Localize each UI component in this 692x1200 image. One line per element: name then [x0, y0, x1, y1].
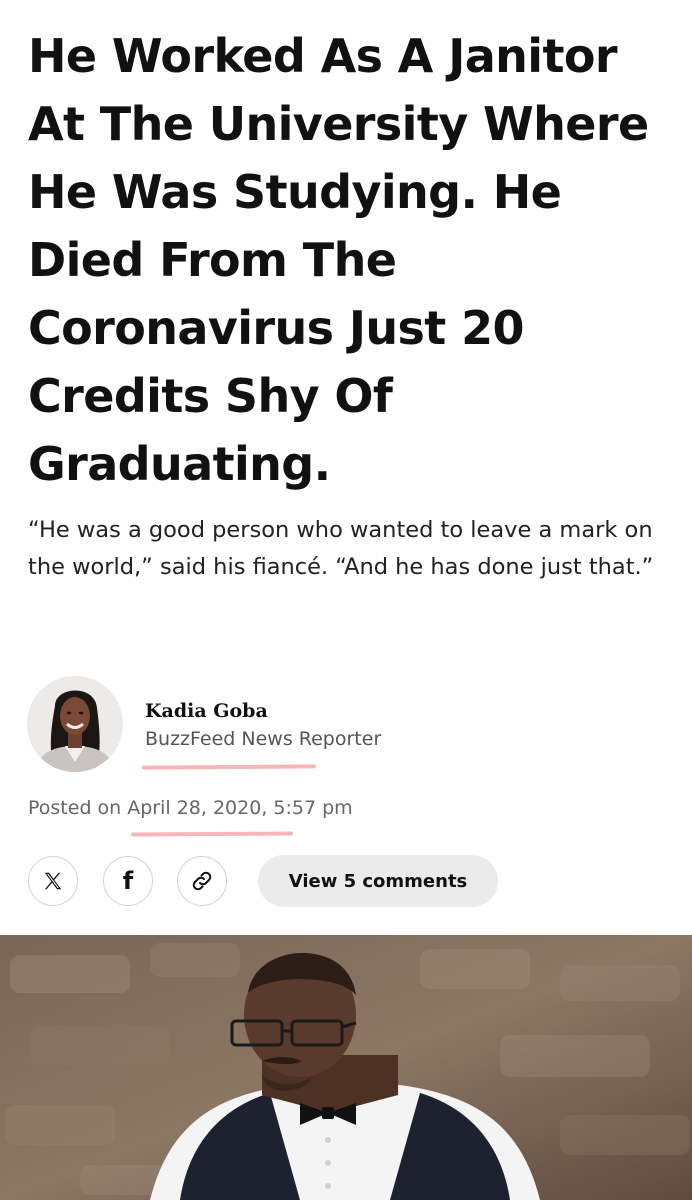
posted-timestamp: Posted on April 28, 2020, 5:57 pm	[28, 797, 353, 819]
facebook-icon: f	[122, 867, 134, 895]
article-headline: He Worked As A Janitor At The University…	[28, 29, 649, 491]
x-logo-icon	[44, 872, 62, 890]
copy-link-button[interactable]	[177, 856, 227, 906]
view-comments-button[interactable]: View 5 comments	[258, 855, 498, 907]
highlight-underline-date	[130, 831, 294, 837]
author-avatar[interactable]	[27, 676, 123, 772]
author-role: BuzzFeed News Reporter	[145, 728, 382, 750]
share-x-button[interactable]	[28, 856, 78, 906]
author-name[interactable]: Kadia Goba	[145, 700, 268, 722]
link-icon	[192, 871, 212, 891]
share-facebook-button[interactable]: f	[103, 856, 153, 906]
article-hero-image	[0, 935, 692, 1200]
highlight-underline-role	[141, 764, 317, 770]
posted-date: April 28, 2020, 5:57 pm	[127, 797, 353, 819]
article-dek: “He was a good person who wanted to leav…	[28, 517, 654, 580]
posted-label: Posted on	[28, 797, 128, 819]
